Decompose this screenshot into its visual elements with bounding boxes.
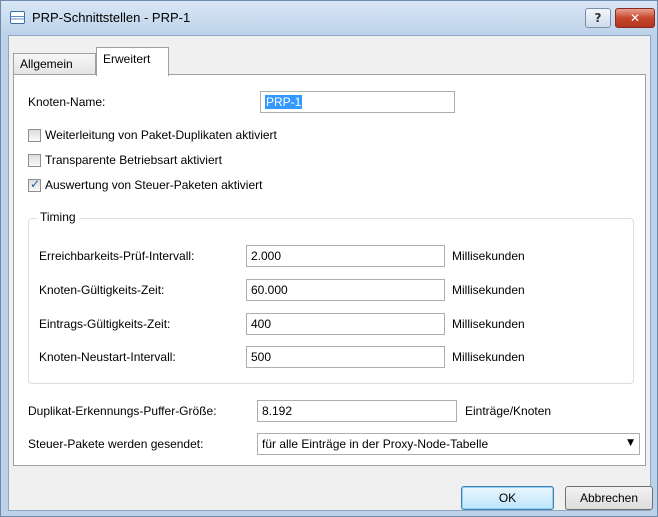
control-packets-sent-label: Steuer-Pakete werden gesendet:: [28, 437, 204, 451]
node-restart-label: Knoten-Neustart-Intervall:: [39, 350, 176, 364]
control-packets-sent-select[interactable]: für alle Einträge in der Proxy-Node-Tabe…: [257, 433, 640, 455]
dialog-window: PRP-Schnittstellen - PRP-1 ? ✕ Allgemein…: [0, 0, 658, 517]
entry-validity-input[interactable]: 400: [246, 313, 445, 335]
control-packets-label: Auswertung von Steuer-Paketen aktiviert: [45, 178, 263, 192]
buffer-size-input[interactable]: 8.192: [257, 400, 457, 422]
entry-validity-label: Eintrags-Gültigkeits-Zeit:: [39, 317, 171, 331]
cancel-button[interactable]: Abbrechen: [565, 486, 653, 510]
node-validity-unit: Millisekunden: [452, 283, 525, 297]
buffer-size-unit: Einträge/Knoten: [465, 404, 552, 418]
ok-button[interactable]: OK: [461, 486, 554, 510]
buffer-size-label: Duplikat-Erkennungs-Puffer-Größe:: [28, 404, 217, 418]
transparent-mode-label: Transparente Betriebsart aktiviert: [45, 153, 222, 167]
duplicate-forwarding-label: Weiterleitung von Paket-Duplikaten aktiv…: [45, 128, 277, 142]
entry-validity-unit: Millisekunden: [452, 317, 525, 331]
reachability-interval-label: Erreichbarkeits-Prüf-Intervall:: [39, 249, 195, 263]
transparent-mode-checkbox[interactable]: [28, 154, 41, 167]
reachability-interval-unit: Millisekunden: [452, 249, 525, 263]
tab-allgemein[interactable]: Allgemein: [13, 53, 96, 75]
reachability-interval-input[interactable]: 2.000: [246, 245, 445, 267]
node-validity-label: Knoten-Gültigkeits-Zeit:: [39, 283, 165, 297]
app-icon: [10, 11, 25, 24]
tab-erweitert[interactable]: Erweitert: [96, 47, 169, 76]
dialog-body: Allgemein Erweitert Knoten-Name: PRP-1 W…: [8, 35, 651, 511]
node-name-input[interactable]: PRP-1: [260, 91, 455, 113]
node-validity-input[interactable]: 60.000: [246, 279, 445, 301]
node-restart-unit: Millisekunden: [452, 350, 525, 364]
help-button[interactable]: ?: [585, 8, 611, 28]
timing-group: Timing Erreichbarkeits-Prüf-Intervall: 2…: [28, 210, 634, 384]
tab-panel-erweitert: Knoten-Name: PRP-1 Weiterleitung von Pak…: [13, 74, 646, 466]
node-name-label: Knoten-Name:: [28, 95, 106, 109]
node-restart-input[interactable]: 500: [246, 346, 445, 368]
dropdown-arrow-icon: ▼: [627, 438, 634, 448]
window-title: PRP-Schnittstellen - PRP-1: [32, 10, 191, 25]
timing-group-title: Timing: [37, 210, 79, 224]
control-packets-checkbox[interactable]: ✓: [28, 177, 41, 192]
control-packets-sent-value: für alle Einträge in der Proxy-Node-Tabe…: [262, 437, 489, 451]
duplicate-forwarding-checkbox[interactable]: [28, 129, 41, 142]
node-name-value: PRP-1: [265, 95, 303, 109]
title-bar[interactable]: PRP-Schnittstellen - PRP-1 ? ✕: [1, 1, 657, 35]
checkmark-icon: ✓: [30, 177, 41, 191]
close-button[interactable]: ✕: [615, 8, 655, 28]
